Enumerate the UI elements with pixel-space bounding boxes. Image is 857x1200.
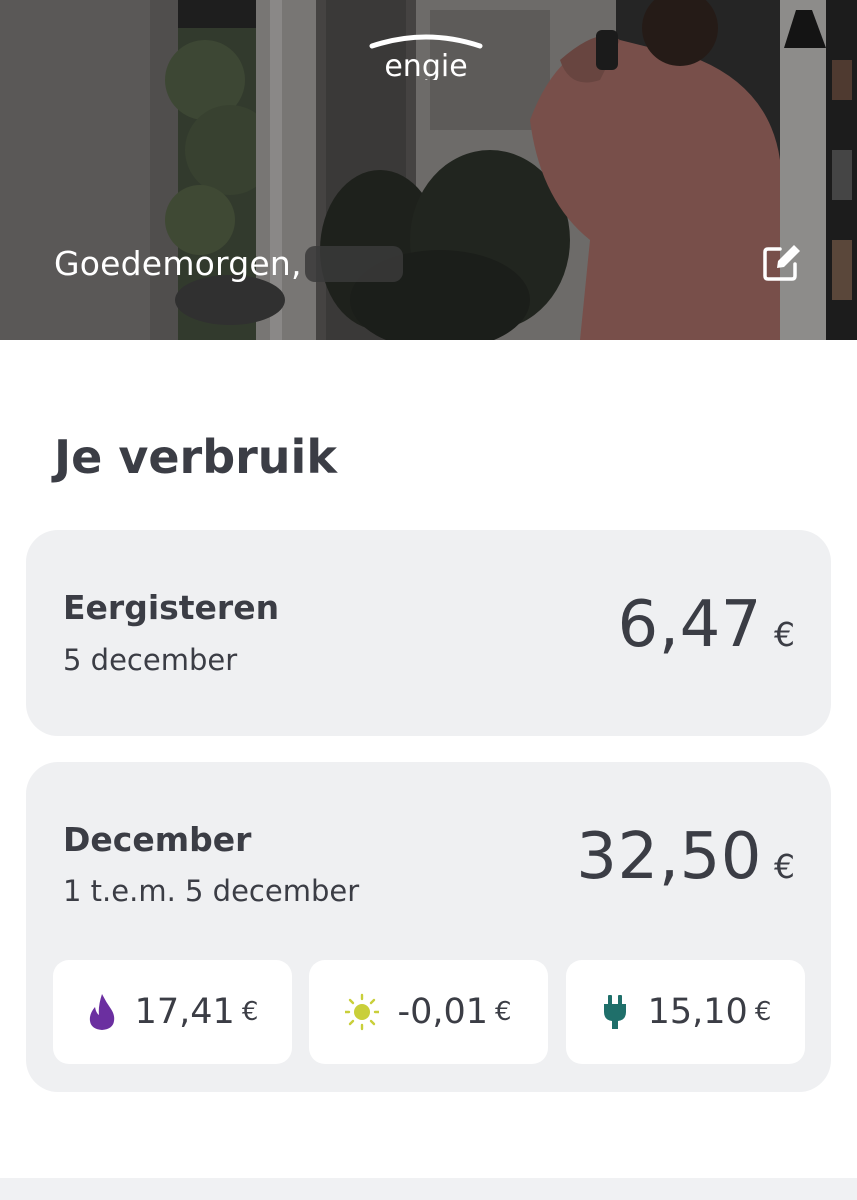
day-usage-card[interactable]: Eergisteren 5 december 6,47 € [26, 530, 831, 736]
month-card-title: December [63, 820, 252, 859]
gas-currency: € [241, 997, 259, 1027]
gas-usage-tile[interactable]: 17,41 € [53, 960, 292, 1064]
electricity-usage-tile[interactable]: 15,10 € [566, 960, 805, 1064]
electricity-value: 15,10 [647, 992, 748, 1032]
day-amount-value: 6,47 [617, 588, 762, 662]
flame-icon [89, 994, 114, 1030]
solar-value: -0,01 [397, 992, 488, 1032]
month-amount: 32,50 € [576, 820, 795, 894]
month-usage-card[interactable]: December 1 t.e.m. 5 december 32,50 € 17,… [26, 762, 831, 1092]
solar-usage-tile[interactable]: -0,01 € [309, 960, 548, 1064]
engie-logo: engie [369, 34, 483, 80]
brand-name: engie [384, 49, 467, 80]
bottom-divider [0, 1178, 857, 1200]
edit-profile-button[interactable] [758, 238, 806, 286]
month-card-period: 1 t.e.m. 5 december [63, 874, 360, 908]
day-amount-currency: € [774, 615, 795, 654]
edit-icon [763, 245, 800, 281]
month-amount-value: 32,50 [576, 820, 762, 894]
solar-currency: € [495, 997, 512, 1027]
day-card-title: Eergisteren [63, 588, 280, 627]
day-card-date: 5 december [63, 643, 238, 677]
month-amount-currency: € [774, 847, 795, 886]
plug-icon [603, 995, 626, 1029]
hero-banner: engie Goedemorgen, [0, 0, 857, 340]
sun-icon [345, 993, 380, 1031]
section-title: Je verbruik [54, 430, 337, 484]
greeting-text: Goedemorgen, [54, 244, 302, 283]
electricity-currency: € [754, 997, 772, 1027]
gas-value: 17,41 [134, 992, 235, 1032]
day-amount: 6,47 € [618, 588, 796, 662]
